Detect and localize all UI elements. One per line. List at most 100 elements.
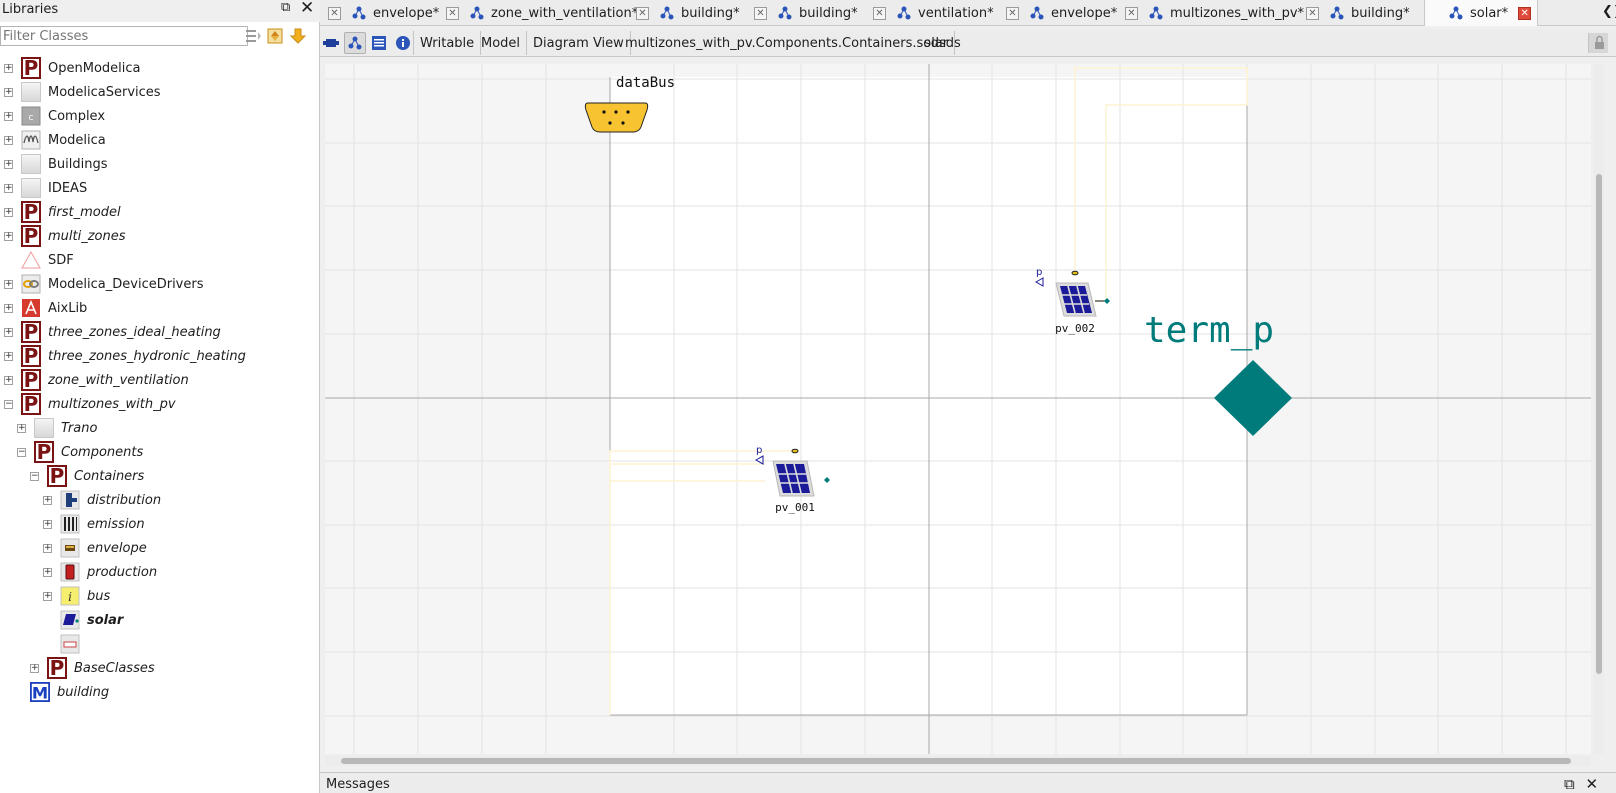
expand-icon[interactable]: + bbox=[4, 303, 13, 313]
tree-item-bus[interactable]: + i bus bbox=[43, 584, 110, 608]
close-tab-icon[interactable]: ✕ bbox=[1518, 6, 1532, 20]
expand-icon[interactable]: + bbox=[4, 111, 13, 121]
tab-label: envelope* bbox=[373, 5, 440, 21]
close-tab-icon[interactable]: ✕ bbox=[1006, 6, 1019, 20]
tab-building-2[interactable]: ✕ building* bbox=[754, 0, 858, 26]
tab-envelope-2[interactable]: ✕ envelope* bbox=[1006, 0, 1117, 26]
devicedrivers-icon bbox=[21, 274, 41, 294]
tree-item-building[interactable]: M building bbox=[13, 680, 109, 704]
expand-icon[interactable]: + bbox=[43, 591, 52, 601]
filter-classes-input[interactable] bbox=[0, 26, 248, 46]
horizontal-scroll-thumb[interactable] bbox=[341, 758, 1571, 764]
tree-item-multizones-with-pv[interactable]: − P multizones_with_pv bbox=[4, 392, 176, 416]
close-tab-icon[interactable]: ✕ bbox=[1306, 6, 1319, 20]
close-tab-icon[interactable]: ✕ bbox=[754, 6, 767, 20]
tree-item-unnamed-model[interactable] bbox=[43, 632, 87, 656]
tree-item-three-zones-ideal-heating[interactable]: + P three_zones_ideal_heating bbox=[4, 320, 221, 344]
float-panel-icon[interactable]: ⧉ bbox=[281, 1, 294, 14]
tree-item-modelica[interactable]: + Modelica bbox=[4, 128, 106, 152]
expand-icon[interactable]: + bbox=[4, 207, 13, 217]
expand-icon[interactable]: + bbox=[30, 663, 39, 673]
library-icon bbox=[34, 418, 54, 438]
sort-icon[interactable] bbox=[266, 27, 284, 45]
tree-item-buildings[interactable]: + Buildings bbox=[4, 152, 108, 176]
close-tab-icon[interactable]: ✕ bbox=[1125, 6, 1138, 20]
tree-item-ideas[interactable]: + IDEAS bbox=[4, 176, 87, 200]
close-tab-icon[interactable]: ✕ bbox=[636, 6, 649, 20]
expand-icon[interactable]: + bbox=[4, 63, 13, 73]
tree-item-modelica-devicedrivers[interactable]: + Modelica_DeviceDrivers bbox=[4, 272, 204, 296]
tab-ventilation[interactable]: ✕ ventilation* bbox=[873, 0, 994, 26]
tree-item-emission[interactable]: + emission bbox=[43, 512, 145, 536]
package-icon: P bbox=[21, 345, 41, 367]
collapse-icon[interactable]: − bbox=[4, 399, 13, 409]
text-view-icon[interactable] bbox=[368, 32, 390, 54]
tree-item-three-zones-hydronic-heating[interactable]: + P three_zones_hydronic_heating bbox=[4, 344, 246, 368]
tree-item-envelope[interactable]: + envelope bbox=[43, 536, 147, 560]
close-panel-icon[interactable]: ✕ bbox=[1586, 775, 1599, 793]
tree-item-aixlib[interactable]: + AixLib bbox=[4, 296, 87, 320]
tree-item-solar[interactable]: solar bbox=[43, 608, 123, 632]
tree-item-first-model[interactable]: + P first_model bbox=[4, 200, 121, 224]
tree-item-sdf[interactable]: SDF bbox=[4, 248, 74, 272]
expand-icon[interactable]: + bbox=[4, 279, 13, 289]
lock-icon[interactable] bbox=[1588, 33, 1608, 53]
complex-icon: c bbox=[21, 106, 41, 126]
expand-icon[interactable]: + bbox=[4, 375, 13, 385]
expand-icon[interactable]: + bbox=[43, 495, 52, 505]
tab-multizones-with-pv[interactable]: ✕ multizones_with_pv* bbox=[1125, 0, 1304, 26]
expand-icon[interactable]: + bbox=[4, 327, 13, 337]
package-icon: P bbox=[21, 201, 41, 223]
expand-icon[interactable]: + bbox=[43, 519, 52, 529]
scroll-to-class-icon[interactable] bbox=[289, 27, 307, 45]
expand-icon[interactable]: + bbox=[43, 567, 52, 577]
vertical-scroll-thumb[interactable] bbox=[1596, 174, 1602, 674]
close-tab-icon[interactable]: ✕ bbox=[873, 6, 886, 20]
expand-icon[interactable]: + bbox=[4, 87, 13, 97]
collapse-all-icon[interactable] bbox=[244, 27, 262, 45]
tree-item-label: AixLib bbox=[48, 300, 88, 316]
tab-scroll-icon[interactable]: ❮❯ bbox=[1602, 4, 1616, 19]
diagram-view-icon[interactable] bbox=[344, 32, 366, 54]
tree-item-baseclasses[interactable]: + P BaseClasses bbox=[30, 656, 155, 680]
collapse-icon[interactable]: − bbox=[17, 447, 26, 457]
tree-item-complex[interactable]: + c Complex bbox=[4, 104, 105, 128]
bus-connector-point[interactable] bbox=[1071, 270, 1079, 276]
library-icon bbox=[21, 82, 41, 102]
close-tab-icon[interactable]: ✕ bbox=[446, 6, 459, 20]
expand-icon[interactable]: + bbox=[43, 543, 52, 553]
tree-item-containers[interactable]: − P Containers bbox=[30, 464, 144, 488]
tab-envelope[interactable]: ✕ envelope* bbox=[328, 0, 439, 26]
tree-item-multi-zones[interactable]: + P multi_zones bbox=[4, 224, 126, 248]
bus-connector-point[interactable] bbox=[791, 448, 799, 454]
tree-item-production[interactable]: + production bbox=[43, 560, 157, 584]
tab-building-3[interactable]: ✕ building* bbox=[1306, 0, 1410, 26]
collapse-icon[interactable]: − bbox=[30, 471, 39, 481]
expand-icon[interactable]: + bbox=[4, 183, 13, 193]
float-panel-icon[interactable]: ⧉ bbox=[1564, 775, 1575, 793]
expand-icon[interactable]: + bbox=[4, 351, 13, 361]
horizontal-scrollbar[interactable] bbox=[325, 756, 1591, 766]
tab-zone-with-ventilation[interactable]: ✕ zone_with_ventilation* bbox=[446, 0, 638, 26]
databus-connector[interactable] bbox=[584, 102, 649, 133]
vertical-scrollbar[interactable] bbox=[1594, 64, 1604, 754]
tree-item-modelicaservices[interactable]: + ModelicaServices bbox=[4, 80, 161, 104]
expand-icon[interactable]: + bbox=[4, 231, 13, 241]
icon-view-icon[interactable] bbox=[320, 32, 342, 54]
model-tab-icon bbox=[470, 6, 484, 20]
tab-solar[interactable]: solar* ✕ bbox=[1424, 0, 1539, 26]
tree-item-label: envelope bbox=[87, 540, 147, 556]
expand-icon[interactable]: + bbox=[4, 159, 13, 169]
close-tab-icon[interactable]: ✕ bbox=[328, 6, 341, 20]
tree-item-trano[interactable]: + Trano bbox=[17, 416, 97, 440]
close-panel-icon[interactable]: ✕ bbox=[300, 0, 314, 17]
documentation-view-icon[interactable] bbox=[392, 32, 414, 54]
tree-item-distribution[interactable]: + distribution bbox=[43, 488, 161, 512]
tree-item-zone-with-ventilation[interactable]: + P zone_with_ventilation bbox=[4, 368, 189, 392]
diagram-canvas[interactable]: dataBus p pv_002 p pv_001 term_p bbox=[325, 64, 1591, 754]
tree-item-openmodelica[interactable]: + P OpenModelica bbox=[4, 56, 140, 80]
expand-icon[interactable]: + bbox=[4, 135, 13, 145]
tab-building[interactable]: ✕ building* bbox=[636, 0, 740, 26]
expand-icon[interactable]: + bbox=[17, 423, 26, 433]
tree-item-components[interactable]: − P Components bbox=[17, 440, 143, 464]
